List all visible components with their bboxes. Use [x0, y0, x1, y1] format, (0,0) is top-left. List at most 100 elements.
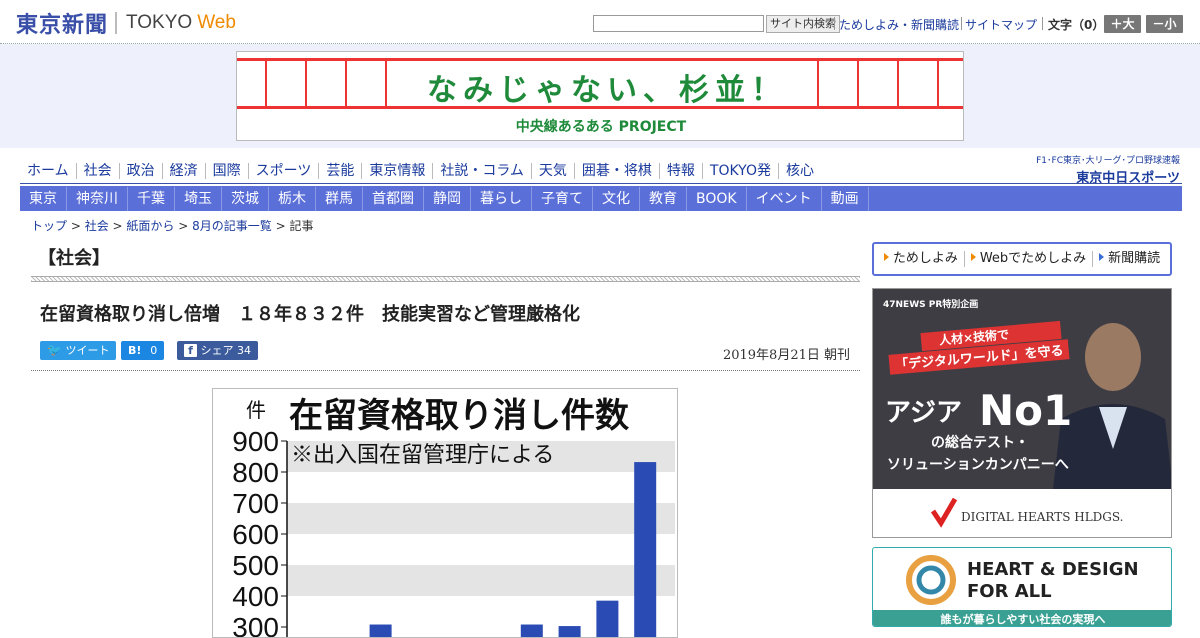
- chunichi-sports-link[interactable]: F1･FC東京･大リーグ･プロ野球速報 東京中日スポーツ: [1022, 153, 1180, 186]
- subscribe-link[interactable]: 新聞購読: [1093, 251, 1166, 267]
- sidebar-ad-heart-design[interactable]: HEART & DESIGN FOR ALL 誰もが暮らしやすい社会の実現へ: [872, 547, 1172, 627]
- ad2-art: HEART & DESIGN FOR ALL 誰もが暮らしやすい社会の実現へ: [873, 555, 1171, 626]
- nav-item-kakushin[interactable]: 核心: [779, 163, 821, 179]
- nav2-item[interactable]: 教育: [640, 186, 687, 211]
- chart-ytick-label: 400: [232, 581, 279, 612]
- chart-bar: [558, 626, 581, 637]
- breadcrumb: トップ > 社会 > 紙面から > 8月の記事一覧 > 記事: [31, 219, 314, 233]
- chart-ylabel: 件: [246, 398, 266, 422]
- nav2-item[interactable]: 埼玉: [175, 186, 222, 211]
- breadcrumb-link[interactable]: 紙面から: [126, 219, 174, 233]
- chunichi-subtitle: F1･FC東京･大リーグ･プロ野球速報: [1036, 156, 1180, 166]
- logo-divider: [115, 12, 118, 34]
- banner-rule: [937, 58, 939, 108]
- header-link-sitemap[interactable]: サイトマップ: [965, 16, 1037, 33]
- banner-rule: [305, 58, 307, 108]
- chart-bar: [596, 600, 619, 637]
- tweet-button[interactable]: 🐦 ツイート: [40, 341, 117, 360]
- nav2-item[interactable]: 千葉: [128, 186, 175, 211]
- nav2-item[interactable]: 神奈川: [67, 186, 128, 211]
- nav-item-home[interactable]: ホーム: [20, 163, 77, 179]
- nav-item-go-shogi[interactable]: 囲碁・将棋: [575, 163, 660, 179]
- logo-en: TOKYO: [126, 12, 193, 33]
- nav-item-politics[interactable]: 政治: [120, 163, 163, 179]
- facebook-icon: f: [184, 344, 197, 357]
- chart-ytick-label: 500: [232, 550, 279, 581]
- nav2-item[interactable]: 静岡: [424, 186, 471, 211]
- search-input[interactable]: [593, 15, 764, 32]
- chart-svg: 在留資格取り消し件数 ※出入国在留管理庁による 件 30040050060070…: [232, 396, 675, 638]
- nav-item-editorial[interactable]: 社説・コラム: [433, 163, 532, 179]
- header-divider: [834, 17, 835, 30]
- nav2-item[interactable]: 暮らし: [471, 186, 532, 211]
- ad2-title2: FOR ALL: [967, 581, 1052, 602]
- article-divider: [31, 370, 860, 371]
- nav-item-tokyo-info[interactable]: 東京情報: [362, 163, 434, 179]
- font-size-down-button[interactable]: －小: [1146, 15, 1183, 33]
- nav-item-entertainment[interactable]: 芸能: [319, 163, 363, 179]
- ad2-logo-ring: [906, 555, 956, 605]
- breadcrumb-link[interactable]: 社会: [85, 219, 109, 233]
- chart-bar: [634, 462, 657, 637]
- nav2-item[interactable]: 動画: [822, 186, 869, 211]
- primary-nav: ホーム 社会 政治 経済 国際 スポーツ 芸能 東京情報 社説・コラム 天気 囲…: [20, 160, 821, 182]
- chart-ytick-label: 800: [232, 457, 279, 488]
- chart-band: [287, 565, 675, 596]
- logo-jp: 東京新聞: [16, 12, 109, 38]
- font-size-label: 文字（0）: [1048, 18, 1105, 32]
- ad1-person-head: [1085, 323, 1141, 391]
- trial-link[interactable]: ためしよみ: [878, 251, 965, 267]
- nav2-item[interactable]: 栃木: [269, 186, 316, 211]
- chart-subtitle: ※出入国在留管理庁による: [291, 443, 554, 468]
- article-headline: 在留資格取り消し倍増 １８年８３２件 技能実習など管理厳格化: [40, 304, 580, 325]
- nav2-item[interactable]: イベント: [747, 186, 822, 211]
- subscribe-label: 新聞購読: [1108, 251, 1161, 266]
- breadcrumb-current: 記事: [289, 219, 314, 233]
- chart-yticks: 300400500600700800900: [232, 426, 288, 638]
- nav-item-international[interactable]: 国際: [206, 163, 249, 179]
- banner-ad[interactable]: なみじゃない、杉並！ 中央線あるある PROJECT: [236, 51, 964, 141]
- banner-subtitle: 中央線あるある PROJECT: [515, 119, 687, 135]
- web-trial-label: Webでためしよみ: [979, 251, 1087, 266]
- nav2-item[interactable]: 茨城: [222, 186, 269, 211]
- nav2-item[interactable]: 首都圏: [363, 186, 424, 211]
- tweet-label: ツイート: [65, 344, 110, 357]
- logo-web: Web: [197, 12, 236, 33]
- nav-item-tokuho[interactable]: 特報: [660, 163, 703, 179]
- nav-item-tokyo-hatsu[interactable]: TOKYO発: [703, 163, 779, 179]
- chart-bar: [369, 624, 392, 637]
- hatena-button[interactable]: B! 0: [121, 341, 165, 360]
- web-trial-link[interactable]: Webでためしよみ: [965, 251, 1094, 267]
- header-divider: [961, 17, 962, 30]
- nav-item-economy[interactable]: 経済: [163, 163, 206, 179]
- nav-item-sports[interactable]: スポーツ: [249, 163, 320, 179]
- breadcrumb-link[interactable]: 8月の記事一覧: [192, 219, 272, 233]
- nav2-item[interactable]: 文化: [593, 186, 640, 211]
- nav2-item[interactable]: 群馬: [316, 186, 363, 211]
- article-chart: 在留資格取り消し件数 ※出入国在留管理庁による 件 300 400 500 600 70…: [212, 388, 678, 638]
- sidebar-ad-digital-hearts[interactable]: 47NEWS PR特別企画 人材×技術で 「デジタルワールド」を守る アジア N…: [872, 288, 1172, 538]
- facebook-share-count: 34: [237, 344, 251, 357]
- ad1-line3b: No1: [979, 386, 1072, 435]
- nav2-item[interactable]: BOOK: [687, 186, 747, 211]
- ad1-tag: 47NEWS PR特別企画: [883, 298, 978, 310]
- trial-label: ためしよみ: [892, 251, 958, 266]
- nav2-item[interactable]: 子育て: [532, 186, 593, 211]
- header-link-subscribe[interactable]: ためしよみ・新聞購読: [839, 16, 959, 33]
- search-button[interactable]: サイト内検索: [766, 15, 840, 33]
- arrow-icon: [883, 253, 889, 261]
- font-size-up-button[interactable]: ＋大: [1104, 15, 1141, 33]
- ad2-title1: HEART & DESIGN: [967, 559, 1139, 580]
- ad2-logo-inner: [916, 565, 946, 595]
- nav2-item[interactable]: 東京: [20, 186, 67, 211]
- ad1-line3a: アジア: [885, 398, 962, 428]
- site-logo[interactable]: 東京新聞 TOKYO Web: [16, 9, 236, 38]
- nav-item-weather[interactable]: 天気: [532, 163, 575, 179]
- facebook-share-label: シェア: [200, 344, 234, 357]
- nav-item-society[interactable]: 社会: [77, 163, 120, 179]
- breadcrumb-link[interactable]: トップ: [31, 219, 67, 233]
- chart-bars: [369, 462, 657, 637]
- subscribe-box: ためしよみ Webでためしよみ 新聞購読: [872, 242, 1172, 276]
- chart-ytick-label: 300: [232, 612, 279, 638]
- facebook-share-button[interactable]: f シェア 34: [177, 341, 258, 360]
